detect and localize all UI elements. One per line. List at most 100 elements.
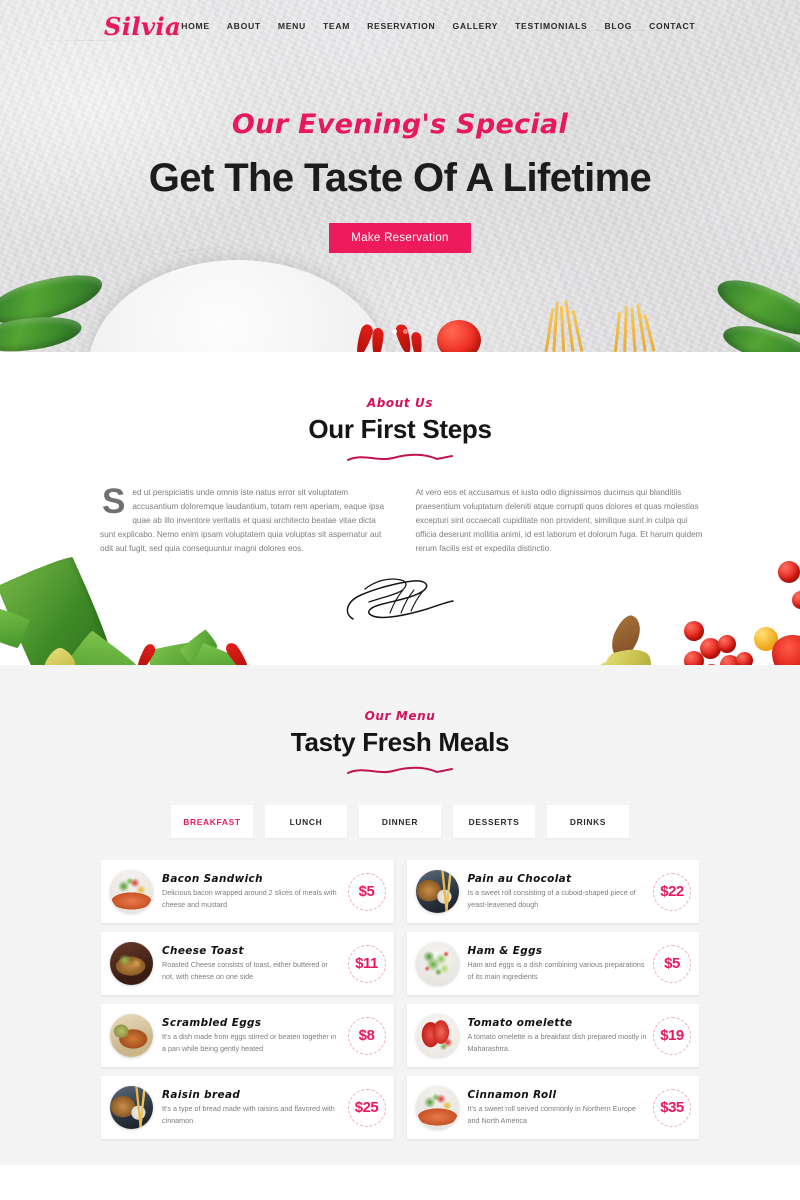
nav-links: HOME ABOUT MENU TEAM RESERVATION GALLERY… <box>181 21 695 31</box>
nav-item-reservation[interactable]: RESERVATION <box>367 21 435 31</box>
menu-item-thumbnail <box>415 942 459 985</box>
menu-item-text: Bacon Sandwich Delicious bacon wrapped a… <box>153 873 348 909</box>
about-text-left: ed ut perspiciatis unde omnis iste natus… <box>100 488 385 554</box>
site-logo[interactable]: Silvia <box>104 12 181 41</box>
menu-item-text: Pain au Chocolat Is a sweet roll consist… <box>459 873 654 909</box>
cherry-tomato-3 <box>684 651 704 665</box>
menu-item-price: $25 <box>347 1088 386 1127</box>
owner-signature <box>346 577 454 620</box>
menu-item-thumbnail <box>110 1086 153 1129</box>
chili-graphic-2 <box>223 640 253 665</box>
leaf-graphic-2 <box>64 629 140 665</box>
menu-item-description: Roasted Cheese consists of toast, either… <box>162 960 328 981</box>
nav-item-contact[interactable]: CONTACT <box>649 21 695 31</box>
menu-item-thumbnail <box>415 870 459 913</box>
squiggle-divider-menu <box>347 766 453 774</box>
cherry-tomato-5 <box>720 655 740 665</box>
nav-item-team[interactable]: TEAM <box>323 21 350 31</box>
menu-item-title: Cinnamon Roll <box>467 1089 557 1102</box>
hero-subtitle: Our Evening's Special <box>231 109 569 140</box>
menu-item-card[interactable]: Tomato omelette A tomato omelette is a b… <box>406 1004 699 1067</box>
nav-item-testimonials[interactable]: TESTIMONIALS <box>515 21 587 31</box>
menu-item-text: Ham & Eggs Ham and eggs is a dish combin… <box>459 945 654 981</box>
nav-item-gallery[interactable]: GALLERY <box>452 21 498 31</box>
cherry-tomato-7 <box>736 652 753 665</box>
hero-section: Silvia HOME ABOUT MENU TEAM RESERVATION … <box>0 0 800 352</box>
menu-item-card[interactable]: Pain au Chocolat Is a sweet roll consist… <box>406 860 699 923</box>
leaf-graphic-3 <box>147 639 205 665</box>
corn-husk-graphic <box>606 612 646 662</box>
menu-item-price: $35 <box>653 1088 691 1127</box>
menu-item-price: $8 <box>347 1016 386 1055</box>
tab-dinner[interactable]: DINNER <box>359 805 441 838</box>
menu-item-description: It's a sweet roll served commonly in Nor… <box>467 1104 636 1125</box>
nav-item-home[interactable]: HOME <box>181 21 210 31</box>
slider-dot-1[interactable] <box>392 329 397 334</box>
cherry-tomato-1 <box>684 621 704 641</box>
menu-item-price: $11 <box>347 944 386 983</box>
menu-item-thumbnail <box>110 1014 153 1057</box>
main-navigation: Silvia HOME ABOUT MENU TEAM RESERVATION … <box>0 0 800 52</box>
red-pepper-graphic <box>772 635 800 665</box>
menu-eyebrow: Our Menu <box>364 709 436 723</box>
tab-lunch[interactable]: LUNCH <box>265 805 347 838</box>
menu-item-card[interactable]: Raisin bread It's a type of bread made w… <box>101 1076 394 1139</box>
corn-graphic-right <box>601 642 657 665</box>
tab-desserts[interactable]: DESSERTS <box>453 805 535 838</box>
plate-graphic <box>88 260 388 352</box>
hero-food-photo <box>0 242 800 352</box>
cherry-tomato-9 <box>792 591 800 609</box>
menu-item-text: Cheese Toast Roasted Cheese consists of … <box>153 945 348 981</box>
leaf-graphic-5 <box>192 642 240 665</box>
slider-dot-2[interactable] <box>403 329 408 334</box>
cherry-tomato-8 <box>778 561 800 583</box>
menu-item-card[interactable]: Bacon Sandwich Delicious bacon wrapped a… <box>101 860 394 923</box>
leaf-graphic-4 <box>178 628 220 665</box>
menu-item-text: Tomato omelette A tomato omelette is a b… <box>459 1017 654 1053</box>
hero-copy: Our Evening's Special Get The Taste Of A… <box>0 52 800 253</box>
about-text-right: At vero eos et accusamus et iusto odio d… <box>415 488 703 554</box>
tab-drinks[interactable]: DRINKS <box>547 805 629 838</box>
nav-item-menu[interactable]: MENU <box>278 21 306 31</box>
about-text-left-wrap: Sed ut perspiciatis unde omnis iste natu… <box>100 484 390 557</box>
menu-item-title: Pain au Chocolat <box>467 873 572 886</box>
menu-header: Our Menu Tasty Fresh Meals <box>0 665 800 777</box>
squiggle-divider-about <box>347 453 453 461</box>
chili-graphic-1 <box>133 642 158 665</box>
menu-item-card[interactable]: Cinnamon Roll It's a sweet roll served c… <box>406 1076 699 1139</box>
menu-item-description: It's a dish made from eggs stirred or be… <box>162 1032 337 1053</box>
menu-section: Our Menu Tasty Fresh Meals BREAKFAST LUN… <box>0 665 800 1165</box>
menu-item-title: Raisin bread <box>162 1089 241 1102</box>
tab-breakfast[interactable]: BREAKFAST <box>171 805 253 838</box>
nav-item-blog[interactable]: BLOG <box>604 21 632 31</box>
menu-item-thumbnail <box>110 942 153 985</box>
menu-item-description: A tomato omelette is a breakfast dish pr… <box>467 1032 647 1053</box>
cherry-tomato-6 <box>718 635 736 653</box>
corn-graphic-left <box>36 644 82 665</box>
menu-item-price: $5 <box>653 944 691 983</box>
menu-title: Tasty Fresh Meals <box>290 727 510 757</box>
nav-item-about[interactable]: ABOUT <box>227 21 261 31</box>
menu-item-card[interactable]: Cheese Toast Roasted Cheese consists of … <box>101 932 394 995</box>
menu-item-title: Bacon Sandwich <box>162 873 263 886</box>
hero-title: Get The Taste Of A Lifetime <box>148 156 652 200</box>
about-section: About Us Our First Steps Sed ut perspici… <box>0 352 800 665</box>
menu-item-price: $19 <box>653 1016 691 1055</box>
menu-item-card[interactable]: Scrambled Eggs It's a dish made from egg… <box>101 1004 394 1067</box>
menu-item-description: Is a sweet roll consisting of a cuboid-s… <box>467 888 636 909</box>
hero-slider-dots <box>0 329 800 334</box>
menu-item-description: It's a type of bread made with raisins a… <box>162 1104 335 1125</box>
menu-item-card[interactable]: Ham & Eggs Ham and eggs is a dish combin… <box>406 932 699 995</box>
about-eyebrow: About Us <box>366 396 434 410</box>
menu-item-thumbnail <box>415 1086 459 1129</box>
menu-item-price: $5 <box>347 872 386 911</box>
make-reservation-button[interactable]: Make Reservation <box>329 223 471 253</box>
menu-item-price: $22 <box>653 872 691 911</box>
menu-item-thumbnail <box>110 870 153 913</box>
menu-item-title: Tomato omelette <box>467 1017 573 1030</box>
menu-item-title: Ham & Eggs <box>467 945 543 958</box>
menu-category-tabs: BREAKFAST LUNCH DINNER DESSERTS DRINKS <box>0 805 800 838</box>
cherry-tomato-2 <box>700 638 721 659</box>
menu-item-description: Delicious bacon wrapped around 2 slices … <box>162 888 337 909</box>
menu-item-description: Ham and eggs is a dish combining various… <box>467 960 645 981</box>
